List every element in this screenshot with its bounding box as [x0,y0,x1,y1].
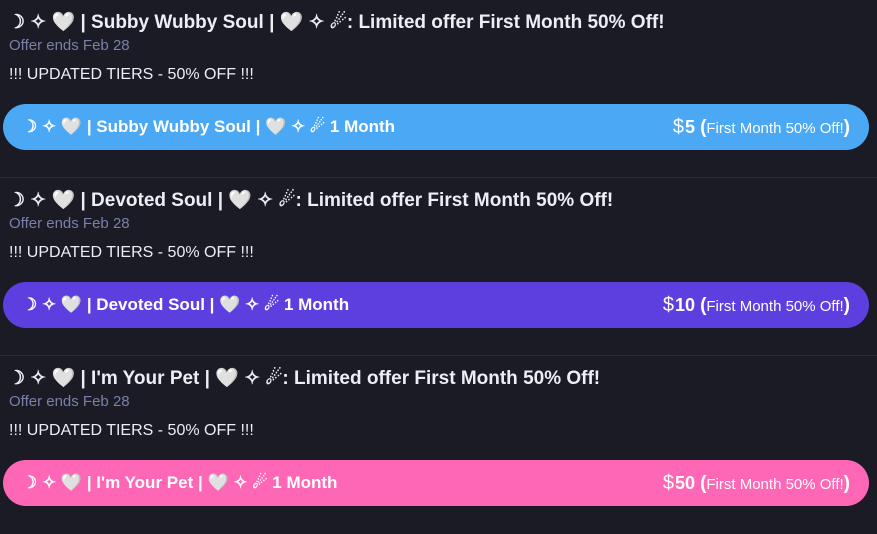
tier-description: !!! UPDATED TIERS - 50% OFF !!! [9,244,254,261]
tier-title: ☽ ✧ 🤍 | Devoted Soul | 🤍 ✧ ☄: Limited of… [8,190,614,211]
price-display: $ 50 ( First Month 50% Off! ) [663,472,850,495]
price-value: 10 [675,294,696,315]
currency-symbol: $ [662,293,675,316]
close-paren: ) [843,294,850,316]
tier-title: ☽ ✧ 🤍 | I'm Your Pet | 🤍 ✧ ☄: Limited of… [8,368,601,389]
price-note: First Month 50% Off! [706,475,844,493]
tier-title: ☽ ✧ 🤍 | Subby Wubby Soul | 🤍 ✧ ☄: Limite… [8,12,665,33]
price-value: 5 [685,116,696,137]
subscribe-button-devoted-soul[interactable]: ☽ ✧ 🤍 | Devoted Soul | 🤍 ✧ ☄ 1 Month $ 1… [3,282,869,328]
tier-card-subby-wubby-soul: ☽ ✧ 🤍 | Subby Wubby Soul | 🤍 ✧ ☄: Limite… [0,0,877,178]
price-note: First Month 50% Off! [706,297,844,315]
button-label: ☽ ✧ 🤍 | Subby Wubby Soul | 🤍 ✧ ☄ 1 Month [22,117,396,136]
offer-ends-text: Offer ends Feb 28 [9,215,130,232]
tier-card-devoted-soul: ☽ ✧ 🤍 | Devoted Soul | 🤍 ✧ ☄: Limited of… [0,178,877,356]
currency-symbol: $ [672,115,685,138]
currency-symbol: $ [662,471,675,494]
subscribe-button-im-your-pet[interactable]: ☽ ✧ 🤍 | I'm Your Pet | 🤍 ✧ ☄ 1 Month $ 5… [3,460,869,506]
price-display: $ 5 ( First Month 50% Off! ) [673,116,850,139]
offer-ends-text: Offer ends Feb 28 [9,37,130,54]
tier-description: !!! UPDATED TIERS - 50% OFF !!! [9,422,254,439]
button-label: ☽ ✧ 🤍 | Devoted Soul | 🤍 ✧ ☄ 1 Month [22,295,350,314]
price-value: 50 [675,472,696,493]
price-note: First Month 50% Off! [706,119,844,137]
tier-card-im-your-pet: ☽ ✧ 🤍 | I'm Your Pet | 🤍 ✧ ☄: Limited of… [0,356,877,534]
close-paren: ) [843,116,850,138]
offer-ends-text: Offer ends Feb 28 [9,393,130,410]
tier-list: ☽ ✧ 🤍 | Subby Wubby Soul | 🤍 ✧ ☄: Limite… [0,0,877,534]
button-label: ☽ ✧ 🤍 | I'm Your Pet | 🤍 ✧ ☄ 1 Month [22,473,338,492]
close-paren: ) [843,472,850,494]
price-display: $ 10 ( First Month 50% Off! ) [663,294,850,317]
subscribe-button-subby-wubby-soul[interactable]: ☽ ✧ 🤍 | Subby Wubby Soul | 🤍 ✧ ☄ 1 Month… [3,104,869,150]
tier-description: !!! UPDATED TIERS - 50% OFF !!! [9,66,254,83]
